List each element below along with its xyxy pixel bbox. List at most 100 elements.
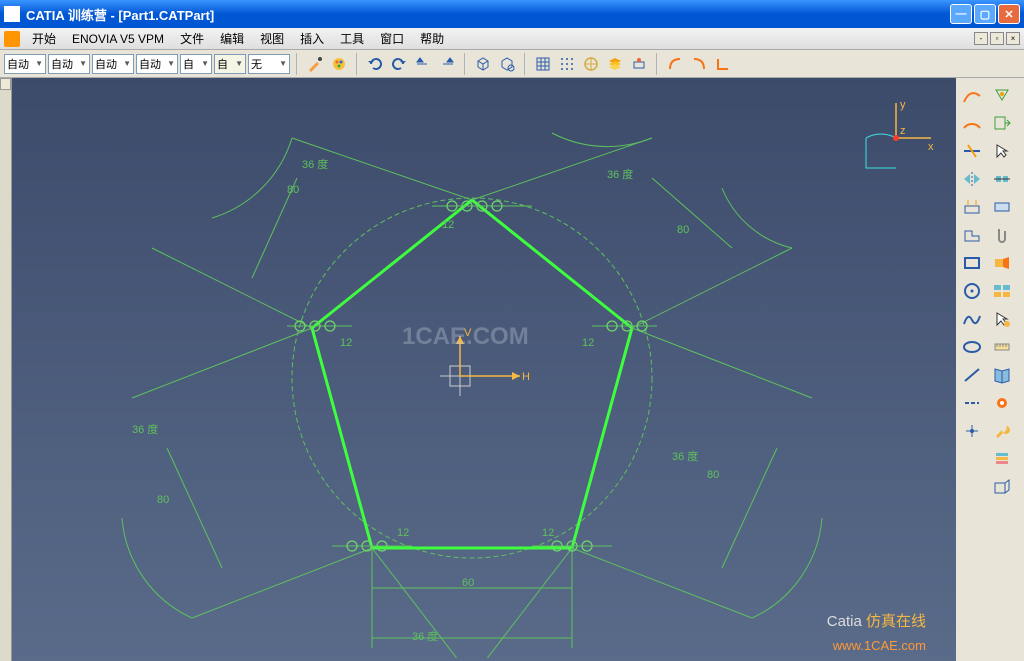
style-select-none[interactable]: 无▼	[248, 54, 290, 74]
rectangle-icon[interactable]	[958, 250, 986, 276]
point-icon[interactable]	[958, 418, 986, 444]
measure-icon[interactable]	[988, 334, 1016, 360]
svg-text:H: H	[522, 371, 530, 383]
dim-angle-2: 36 度	[607, 167, 633, 181]
trim-icon[interactable]	[958, 138, 986, 164]
corner-icon[interactable]	[712, 53, 734, 75]
dim-angle-1: 36 度	[302, 157, 328, 171]
dim-angle-3: 36 度	[132, 422, 158, 436]
mdi-close[interactable]: ×	[1006, 32, 1020, 45]
tree-scrollbar[interactable]	[0, 78, 12, 661]
mirror-icon[interactable]	[958, 166, 986, 192]
window-title: CATIA 训练营 - [Part1.CATPart]	[26, 5, 214, 24]
titlebar: CATIA 训练营 - [Part1.CATPart] — ▢ ✕	[0, 0, 1024, 28]
dim-12-1: 12	[442, 219, 454, 231]
transform-icon[interactable]	[988, 82, 1016, 108]
gear-icon[interactable]	[988, 390, 1016, 416]
style-select-6[interactable]: 自▼	[214, 54, 246, 74]
menu-help[interactable]: 帮助	[412, 28, 452, 49]
arc-tool-icon[interactable]	[958, 110, 986, 136]
style-select-2[interactable]: 自动▼	[48, 54, 90, 74]
catia-icon	[4, 31, 20, 47]
menu-edit[interactable]: 编辑	[212, 28, 252, 49]
pentagon-profile[interactable]	[312, 200, 632, 548]
dim-12-3: 12	[582, 337, 594, 349]
sketch-canvas[interactable]: y x z	[12, 78, 956, 661]
exit-icon[interactable]	[988, 110, 1016, 136]
dim-12-4: 12	[397, 527, 409, 539]
grid-icon[interactable]	[532, 53, 554, 75]
menubar: 开始 ENOVIA V5 VPM 文件 编辑 视图 插入 工具 窗口 帮助 - …	[0, 28, 1024, 50]
right-toolbar	[956, 78, 1024, 661]
output-3d-icon[interactable]	[988, 474, 1016, 500]
dim-12-5: 12	[542, 527, 554, 539]
watermark-brand: Catia 仿真在线	[827, 610, 926, 631]
main-area: y x z	[0, 78, 1024, 661]
sketch-origin: V H	[440, 327, 530, 396]
snap-icon[interactable]	[628, 53, 650, 75]
grid-dots-icon[interactable]	[556, 53, 578, 75]
style-select-3[interactable]: 自动▼	[92, 54, 134, 74]
dim-12-2: 12	[340, 337, 352, 349]
top-toolbar: 自动▼ 自动▼ 自动▼ 自动▼ 自▼ 自▼ 无▼	[0, 50, 1024, 78]
close-button[interactable]: ✕	[998, 4, 1020, 24]
maximize-button[interactable]: ▢	[974, 4, 996, 24]
menu-start[interactable]: 开始	[24, 28, 64, 49]
ellipse-icon[interactable]	[958, 334, 986, 360]
redo-icon[interactable]	[388, 53, 410, 75]
cube-icon[interactable]	[472, 53, 494, 75]
dim-80-2: 80	[677, 224, 689, 236]
sketch-svg: V H 36 度 36 度 36 度 36 度 36 度 80 80 80 80…	[12, 78, 952, 658]
constraint-icon[interactable]	[988, 166, 1016, 192]
menu-enovia[interactable]: ENOVIA V5 VPM	[64, 30, 172, 48]
animate-icon[interactable]	[988, 250, 1016, 276]
arc-right-icon[interactable]	[688, 53, 710, 75]
redo-dropdown-icon[interactable]	[436, 53, 458, 75]
dimension-box-icon[interactable]	[988, 194, 1016, 220]
dim-angle-4: 36 度	[672, 449, 698, 463]
menu-insert[interactable]: 插入	[292, 28, 332, 49]
pointer-icon[interactable]	[988, 138, 1016, 164]
circle-icon[interactable]	[958, 278, 986, 304]
minimize-button[interactable]: —	[950, 4, 972, 24]
palette-icon[interactable]	[328, 53, 350, 75]
project-icon[interactable]	[958, 194, 986, 220]
stack-icon[interactable]	[988, 446, 1016, 472]
menu-view[interactable]: 视图	[252, 28, 292, 49]
layers-icon[interactable]	[604, 53, 626, 75]
wrench-icon[interactable]	[988, 418, 1016, 444]
undo-dropdown-icon[interactable]	[412, 53, 434, 75]
dim-80-4: 80	[707, 469, 719, 481]
axis-line-icon[interactable]	[958, 390, 986, 416]
paperclip-icon[interactable]	[988, 222, 1016, 248]
style-select-4[interactable]: 自动▼	[136, 54, 178, 74]
cube-search-icon[interactable]	[496, 53, 518, 75]
style-select-1[interactable]: 自动▼	[4, 54, 46, 74]
dim-angle-5: 36 度	[412, 629, 438, 643]
app-icon	[4, 6, 20, 22]
construction-circle	[292, 198, 652, 558]
menu-window[interactable]: 窗口	[372, 28, 412, 49]
compass-icon[interactable]	[580, 53, 602, 75]
brush-icon[interactable]	[304, 53, 326, 75]
svg-text:V: V	[464, 327, 472, 339]
dim-80-3: 80	[157, 494, 169, 506]
menu-file[interactable]: 文件	[172, 28, 212, 49]
mdi-restore[interactable]: ▫	[990, 32, 1004, 45]
pointer2-icon[interactable]	[988, 306, 1016, 332]
edit-multi-icon[interactable]	[988, 278, 1016, 304]
mdi-minimize[interactable]: -	[974, 32, 988, 45]
dim-60: 60	[462, 577, 474, 589]
watermark-site: www.1CAE.com	[833, 638, 926, 653]
arc-left-icon[interactable]	[664, 53, 686, 75]
menu-tools[interactable]: 工具	[332, 28, 372, 49]
mdi-controls: - ▫ ×	[974, 32, 1020, 45]
spline2-icon[interactable]	[958, 306, 986, 332]
line-icon[interactable]	[958, 362, 986, 388]
undo-icon[interactable]	[364, 53, 386, 75]
spline-icon[interactable]	[958, 82, 986, 108]
profile-icon[interactable]	[958, 222, 986, 248]
dim-80-1: 80	[287, 184, 299, 196]
style-select-5[interactable]: 自▼	[180, 54, 212, 74]
book-icon[interactable]	[988, 362, 1016, 388]
